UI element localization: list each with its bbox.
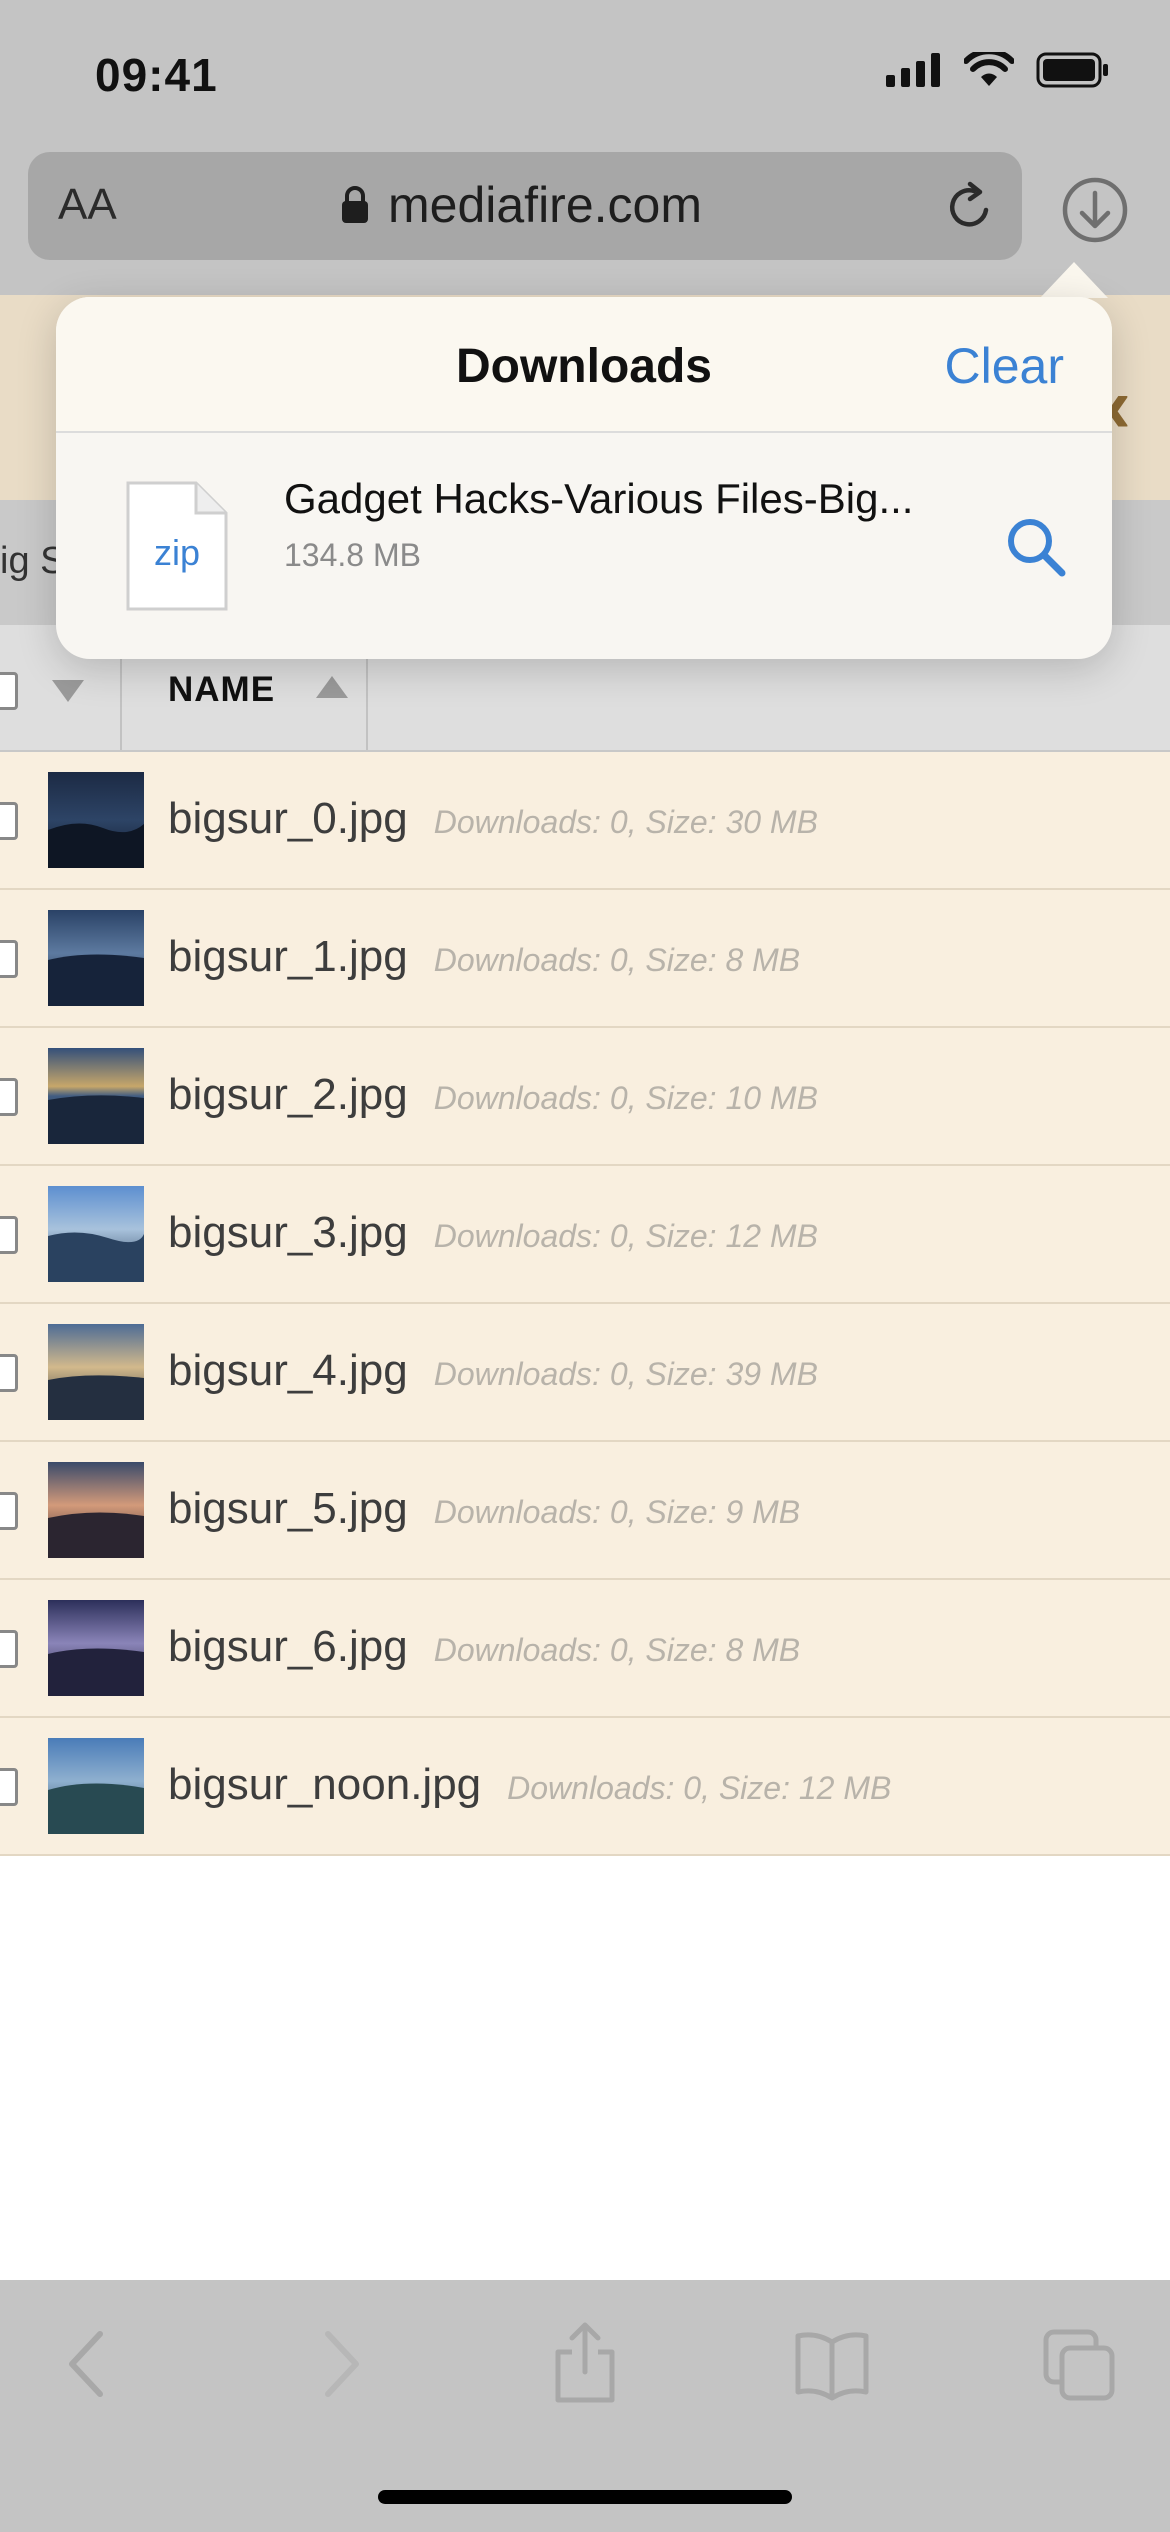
- file-name[interactable]: bigsur_0.jpg: [168, 794, 408, 843]
- file-name[interactable]: bigsur_2.jpg: [168, 1070, 408, 1119]
- image-thumbnail[interactable]: [48, 772, 144, 868]
- file-name[interactable]: bigsur_5.jpg: [168, 1484, 408, 1533]
- file-row[interactable]: bigsur_1.jpg Downloads: 0, Size: 8 MB: [0, 890, 1170, 1028]
- file-meta: Downloads: 0, Size: 12 MB: [507, 1770, 892, 1806]
- name-column-header[interactable]: NAME: [168, 670, 275, 710]
- file-meta: Downloads: 0, Size: 9 MB: [433, 1494, 801, 1530]
- url-display[interactable]: mediafire.com: [340, 176, 702, 234]
- row-checkbox[interactable]: [0, 802, 18, 840]
- file-row[interactable]: bigsur_noon.jpg Downloads: 0, Size: 12 MB: [0, 1718, 1170, 1856]
- popover-header: Downloads Clear: [56, 297, 1112, 433]
- tabs-icon[interactable]: [1040, 2322, 1120, 2406]
- file-row[interactable]: bigsur_2.jpg Downloads: 0, Size: 10 MB: [0, 1028, 1170, 1166]
- image-thumbnail[interactable]: [48, 1186, 144, 1282]
- search-icon[interactable]: [1004, 515, 1068, 579]
- sort-ascending-icon[interactable]: [316, 676, 348, 698]
- file-meta: Downloads: 0, Size: 39 MB: [433, 1356, 818, 1392]
- image-thumbnail[interactable]: [48, 1462, 144, 1558]
- file-row[interactable]: bigsur_0.jpg Downloads: 0, Size: 30 MB: [0, 752, 1170, 890]
- image-thumbnail[interactable]: [48, 1324, 144, 1420]
- file-list: bigsur_0.jpg Downloads: 0, Size: 30 MB bi…: [0, 752, 1170, 1856]
- popover-arrow: [1040, 262, 1108, 298]
- image-thumbnail[interactable]: [48, 1600, 144, 1696]
- row-checkbox[interactable]: [0, 1354, 18, 1392]
- share-icon[interactable]: [550, 2320, 620, 2404]
- file-meta: Downloads: 0, Size: 8 MB: [433, 942, 801, 978]
- file-row[interactable]: bigsur_3.jpg Downloads: 0, Size: 12 MB: [0, 1166, 1170, 1304]
- file-meta: Downloads: 0, Size: 12 MB: [433, 1218, 818, 1254]
- battery-icon: [1036, 52, 1108, 88]
- forward-icon[interactable]: [310, 2322, 370, 2406]
- row-checkbox[interactable]: [0, 1768, 18, 1806]
- downloads-icon[interactable]: [1060, 175, 1130, 245]
- status-time: 09:41: [95, 49, 218, 101]
- bookmarks-icon[interactable]: [792, 2322, 872, 2406]
- url-text: mediafire.com: [388, 177, 702, 233]
- text-size-label: AA: [58, 180, 117, 229]
- download-file-size: 134.8 MB: [284, 537, 421, 573]
- select-all-checkbox[interactable]: [0, 672, 18, 710]
- reload-icon[interactable]: [942, 180, 998, 236]
- row-checkbox[interactable]: [0, 1630, 18, 1668]
- image-thumbnail[interactable]: [48, 1738, 144, 1834]
- row-checkbox[interactable]: [0, 940, 18, 978]
- lock-icon: [342, 186, 368, 223]
- image-thumbnail[interactable]: [48, 910, 144, 1006]
- file-name[interactable]: bigsur_3.jpg: [168, 1208, 408, 1257]
- clear-button[interactable]: Clear: [945, 337, 1064, 395]
- file-name[interactable]: bigsur_noon.jpg: [168, 1760, 481, 1809]
- file-row[interactable]: bigsur_6.jpg Downloads: 0, Size: 8 MB: [0, 1580, 1170, 1718]
- file-row[interactable]: bigsur_4.jpg Downloads: 0, Size: 39 MB: [0, 1304, 1170, 1442]
- text-size-button[interactable]: AA: [58, 180, 117, 230]
- cellular-signal-icon: [886, 53, 940, 87]
- row-checkbox[interactable]: [0, 1492, 18, 1530]
- status-icons: [886, 52, 1110, 88]
- home-indicator[interactable]: [378, 2490, 792, 2504]
- back-icon[interactable]: [58, 2322, 118, 2406]
- file-meta: Downloads: 0, Size: 10 MB: [433, 1080, 818, 1116]
- file-meta: Downloads: 0, Size: 30 MB: [433, 804, 818, 840]
- row-checkbox[interactable]: [0, 1078, 18, 1116]
- file-name[interactable]: bigsur_1.jpg: [168, 932, 408, 981]
- zip-file-icon[interactable]: zip: [124, 479, 230, 613]
- wifi-icon: [964, 52, 1014, 86]
- file-meta: Downloads: 0, Size: 8 MB: [433, 1632, 801, 1668]
- file-name[interactable]: bigsur_4.jpg: [168, 1346, 408, 1395]
- row-checkbox[interactable]: [0, 1216, 18, 1254]
- image-thumbnail[interactable]: [48, 1048, 144, 1144]
- zip-icon-label: zip: [154, 532, 200, 573]
- file-name[interactable]: bigsur_6.jpg: [168, 1622, 408, 1671]
- file-row[interactable]: bigsur_5.jpg Downloads: 0, Size: 9 MB: [0, 1442, 1170, 1580]
- select-menu-chevron-icon[interactable]: [52, 680, 84, 702]
- download-file-name[interactable]: Gadget Hacks-Various Files-Big...: [284, 475, 913, 523]
